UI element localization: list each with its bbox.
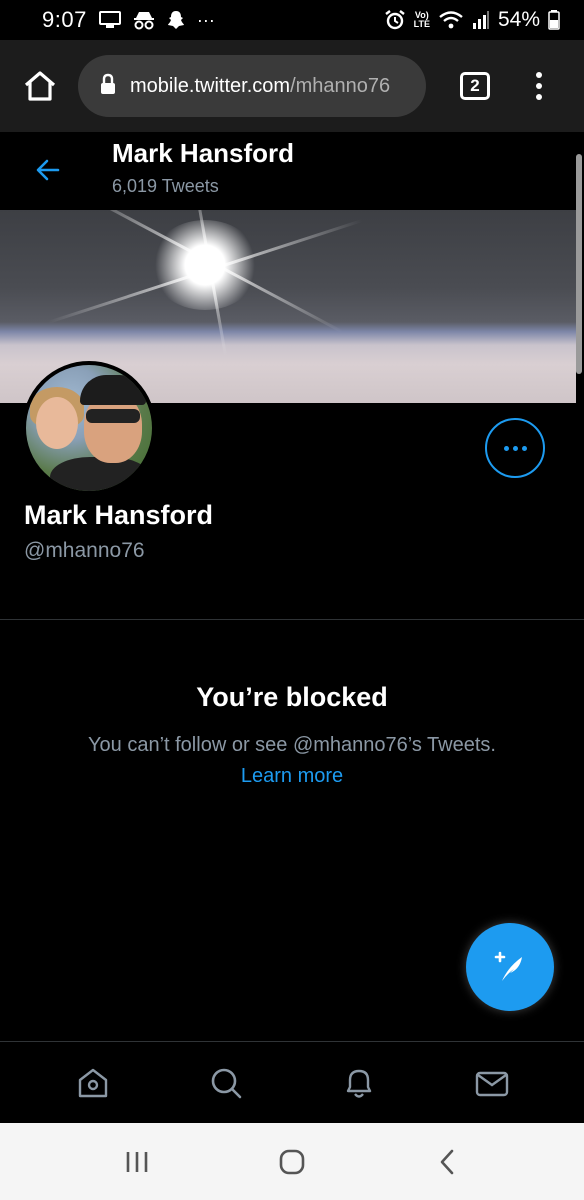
learn-more-link[interactable]: Learn more — [0, 765, 584, 788]
avatar-detail — [80, 375, 146, 405]
home-circle-icon — [279, 1149, 305, 1174]
nav-home[interactable] — [63, 1053, 123, 1113]
status-time: 9:07 — [42, 7, 87, 32]
tab-count: 2 — [470, 76, 480, 95]
profile-header: Mark Hansford 6,019 Tweets — [0, 132, 584, 210]
nav-search[interactable] — [196, 1053, 256, 1113]
url-host: mobile.twitter.com — [130, 74, 291, 97]
recents-button[interactable] — [107, 1132, 167, 1192]
volte-bottom-label: LTE — [413, 19, 430, 29]
browser-menu-button[interactable] — [532, 72, 546, 100]
avatar-detail — [86, 409, 140, 423]
tab-switcher-button[interactable]: 2 — [460, 72, 490, 100]
battery-percent: 54% — [497, 8, 540, 31]
avatar[interactable] — [22, 361, 156, 495]
status-bar: 9:07 ··· Vo) LTE 54% — [0, 0, 584, 40]
recents-icon — [127, 1151, 148, 1172]
back-button[interactable] — [34, 156, 62, 184]
notifications-icon — [346, 1069, 371, 1098]
menu-dot — [536, 94, 542, 100]
home-outline-icon — [24, 71, 56, 101]
snapchat-icon — [167, 10, 185, 30]
android-back-button[interactable] — [417, 1132, 477, 1192]
android-home-button[interactable] — [262, 1132, 322, 1192]
browser-toolbar: mobile.twitter.com/mhanno76 2 — [0, 40, 584, 132]
alarm-icon — [384, 9, 406, 31]
home-icon — [78, 1068, 107, 1097]
blocked-title: You’re blocked — [196, 682, 388, 712]
more-notifications-icon: ··· — [196, 9, 215, 30]
cast-icon — [98, 11, 121, 29]
url-text: mobile.twitter.com/mhanno76 — [130, 75, 390, 98]
blocked-description: You can’t follow or see @mhanno76’s Twee… — [88, 734, 496, 756]
back-icon — [440, 1149, 453, 1174]
scrollbar[interactable] — [576, 154, 582, 374]
signal-icon — [472, 11, 490, 29]
more-dot — [503, 445, 509, 451]
profile-name: Mark Hansford — [24, 500, 214, 530]
more-options-button[interactable] — [485, 418, 545, 478]
compose-tweet-button[interactable] — [466, 923, 554, 1011]
nav-messages[interactable] — [462, 1053, 522, 1113]
more-dot — [512, 445, 518, 451]
avatar-detail — [36, 397, 78, 449]
bottom-navigation — [0, 1041, 584, 1123]
menu-dot — [536, 83, 542, 89]
back-arrow-icon — [36, 159, 60, 181]
more-dot — [521, 445, 527, 451]
android-navigation-bar — [0, 1123, 584, 1200]
browser-home-button[interactable] — [18, 64, 62, 108]
tweet-count: 6,019 Tweets — [112, 176, 219, 196]
incognito-icon — [133, 10, 155, 30]
battery-icon — [548, 10, 560, 30]
search-icon — [211, 1068, 241, 1098]
compose-feather-icon — [494, 951, 522, 981]
volte-icon: Vo) LTE — [414, 11, 430, 29]
divider — [0, 619, 584, 620]
nav-notifications[interactable] — [329, 1053, 389, 1113]
lock-icon — [100, 73, 116, 100]
url-path: /mhanno76 — [290, 74, 391, 97]
header-title: Mark Hansford — [112, 138, 295, 168]
wifi-icon — [438, 10, 464, 30]
menu-dot — [536, 72, 542, 78]
url-bar[interactable]: mobile.twitter.com/mhanno76 — [78, 55, 426, 117]
avatar-detail — [50, 457, 150, 491]
profile-handle: @mhanno76 — [24, 539, 145, 562]
messages-icon — [475, 1071, 508, 1096]
